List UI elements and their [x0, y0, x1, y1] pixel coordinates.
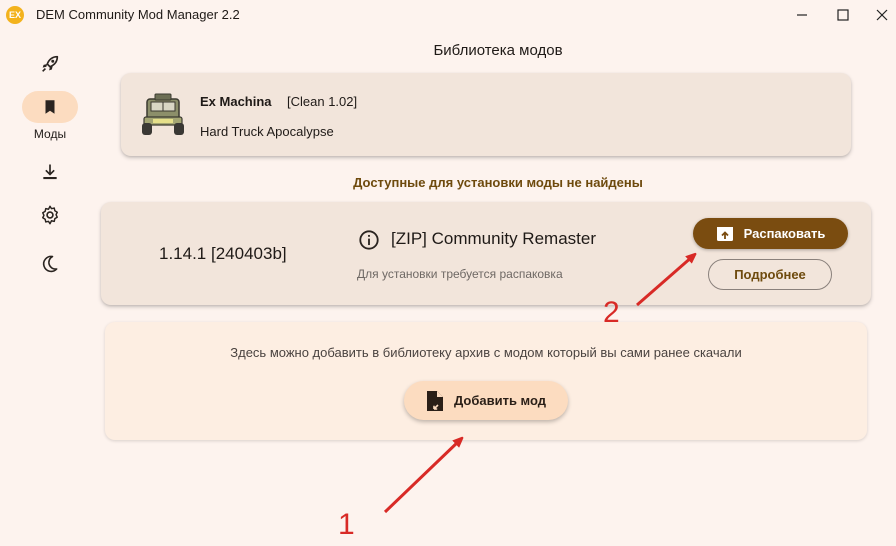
info-icon — [359, 230, 379, 250]
download-icon — [43, 164, 57, 180]
mod-card: 1.14.1 [240403b] [ZIP] Community Remaste… — [101, 202, 871, 305]
mod-version: 1.14.1 [240403b] — [159, 244, 287, 263]
annotation-number-2: 2 — [603, 296, 620, 329]
sidebar-item-launch[interactable] — [22, 48, 78, 80]
details-button-label: Подробнее — [734, 267, 806, 282]
annotation-number-1: 1 — [338, 508, 355, 541]
gear-icon — [42, 205, 58, 225]
add-mod-button-label: Добавить мод — [453, 393, 547, 408]
sidebar: Моды — [0, 30, 100, 546]
truck-icon — [142, 93, 184, 135]
maximize-button[interactable] — [823, 2, 863, 28]
file-add-icon — [426, 390, 443, 411]
minimize-button[interactable] — [782, 2, 822, 28]
game-card[interactable]: Ex Machina [Clean 1.02] Hard Truck Apoca… — [121, 73, 851, 156]
section-header: Доступные для установки моды не найдены — [353, 175, 643, 190]
add-mod-hint: Здесь можно добавить в библиотеку архив … — [230, 345, 742, 360]
unarchive-icon — [716, 226, 733, 241]
sidebar-item-mods[interactable]: Моды — [22, 91, 78, 141]
page-title: Библиотека модов — [433, 42, 563, 59]
sidebar-item-settings[interactable] — [22, 199, 78, 231]
sidebar-item-theme[interactable] — [22, 248, 78, 280]
sidebar-item-download[interactable] — [22, 156, 78, 188]
maximize-icon — [837, 9, 849, 21]
moon-icon — [42, 255, 58, 273]
close-button[interactable] — [862, 2, 896, 28]
unpack-button[interactable]: Распаковать — [693, 218, 848, 249]
mod-note: Для установки требуется распаковка — [357, 267, 563, 281]
minimize-icon — [797, 14, 807, 16]
rocket-icon — [42, 55, 59, 72]
sidebar-item-label: Моды — [33, 127, 67, 141]
app-logo-icon: EX — [6, 6, 24, 24]
details-button[interactable]: Подробнее — [708, 259, 832, 290]
close-icon — [876, 9, 888, 21]
title-bar: EX DEM Community Mod Manager 2.2 — [0, 0, 896, 30]
game-name: Ex Machina — [200, 94, 272, 109]
game-version: [Clean 1.02] — [287, 94, 358, 109]
add-mod-button[interactable]: Добавить мод — [404, 381, 568, 420]
mod-name: [ZIP] Community Remaster — [391, 229, 596, 248]
unpack-button-label: Распаковать — [743, 226, 826, 241]
bookmark-icon — [45, 100, 55, 114]
window-title: DEM Community Mod Manager 2.2 — [36, 7, 240, 22]
game-subtitle: Hard Truck Apocalypse — [200, 124, 334, 139]
add-mod-card: Здесь можно добавить в библиотеку архив … — [105, 322, 867, 440]
annotation-arrow-1 — [383, 440, 460, 514]
